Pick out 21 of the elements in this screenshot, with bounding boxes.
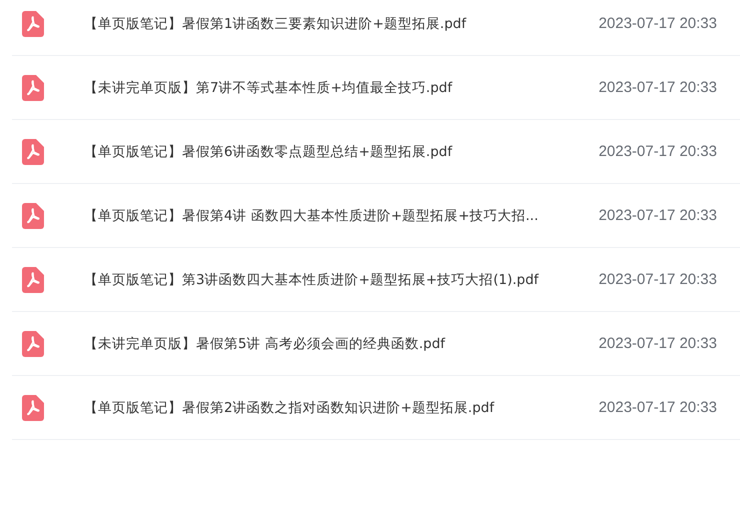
file-date: 2023-07-17 20:33 — [598, 15, 717, 32]
file-date: 2023-07-17 20:33 — [598, 143, 717, 160]
file-name[interactable]: 【单页版笔记】暑假第1讲函数三要素知识进阶+题型拓展.pdf — [84, 14, 599, 32]
pdf-file-icon — [22, 74, 44, 100]
file-name[interactable]: 【未讲完单页版】第7讲不等式基本性质+均值最全技巧.pdf — [84, 78, 599, 96]
pdf-file-icon — [22, 266, 44, 292]
file-date: 2023-07-17 20:33 — [598, 79, 717, 96]
file-name[interactable]: 【单页版笔记】暑假第6讲函数零点题型总结+题型拓展.pdf — [84, 142, 599, 160]
pdf-file-icon — [22, 10, 44, 36]
pdf-file-icon — [22, 138, 44, 164]
pdf-file-icon — [22, 394, 44, 420]
file-date: 2023-07-17 20:33 — [598, 271, 717, 288]
file-name[interactable]: 【单页版笔记】暑假第2讲函数之指对函数知识进阶+题型拓展.pdf — [84, 398, 599, 416]
file-date: 2023-07-17 20:33 — [598, 399, 717, 416]
file-name[interactable]: 【单页版笔记】第3讲函数四大基本性质进阶+题型拓展+技巧大招(1).pdf — [84, 270, 599, 288]
pdf-file-icon — [22, 202, 44, 228]
file-date: 2023-07-17 20:33 — [598, 335, 717, 352]
file-date: 2023-07-17 20:33 — [598, 207, 717, 224]
file-name[interactable]: 【单页版笔记】暑假第4讲 函数四大基本性质进阶+题型拓展+技巧大招... — [84, 206, 599, 224]
pdf-file-icon — [22, 330, 44, 356]
file-name[interactable]: 【未讲完单页版】暑假第5讲 高考必须会画的经典函数.pdf — [84, 334, 599, 352]
